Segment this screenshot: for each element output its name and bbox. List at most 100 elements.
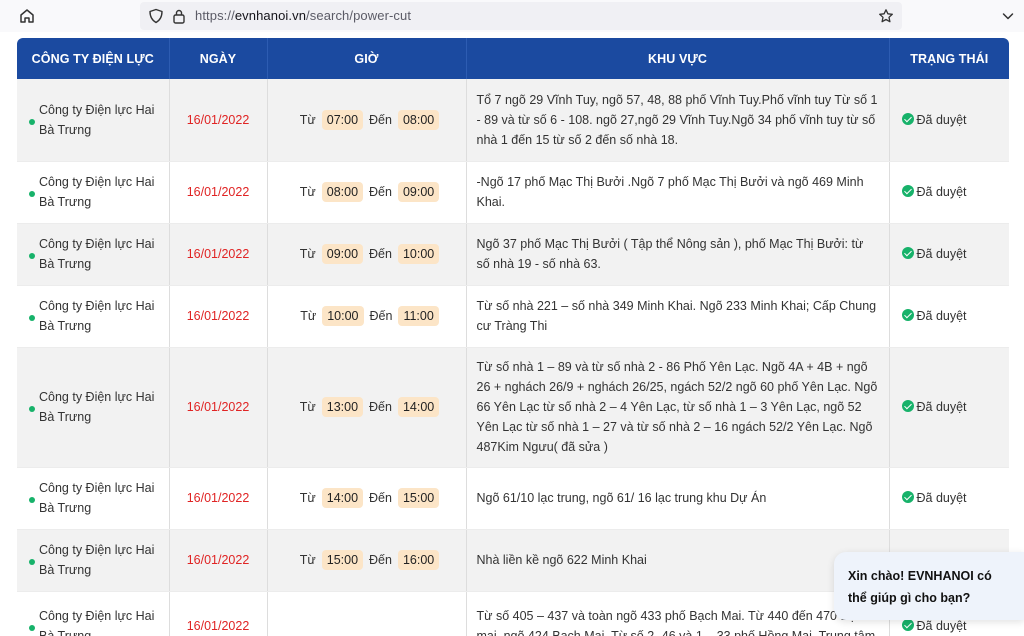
area-cell: Ngõ 37 phố Mạc Thị Bưởi ( Tập thể Nông s… <box>466 223 890 286</box>
lock-icon[interactable] <box>172 8 186 24</box>
status-label: Đã duyệt <box>916 491 967 505</box>
company-name: Công ty Điện lực Hai Bà Trưng <box>39 543 155 577</box>
area-cell: Nhà liền kề ngõ 622 Minh Khai <box>466 529 890 592</box>
time-cell <box>267 591 467 636</box>
header-company: CÔNG TY ĐIỆN LỰC <box>17 38 170 79</box>
company-name: Công ty Điện lực Hai Bà Trưng <box>39 237 155 271</box>
url-host: evnhanoi.vn <box>234 8 307 23</box>
header-area: KHU VỰC <box>466 38 890 79</box>
date-cell: 16/01/2022 <box>169 285 268 348</box>
start-time-badge: 10:00 <box>322 306 364 326</box>
company-cell: Công ty Điện lực Hai Bà Trưng <box>17 161 170 224</box>
start-time-badge: 08:00 <box>321 182 364 202</box>
start-time-badge: 13:00 <box>321 397 364 417</box>
time-cell: Từ 09:00 Đến 10:00 <box>267 223 467 286</box>
table-row: Công ty Điện lực Hai Bà Trưng 16/01/2022 T… <box>17 161 1009 224</box>
date-cell: 16/01/2022 <box>169 161 268 224</box>
star-icon[interactable] <box>878 8 894 24</box>
from-label: Từ <box>299 400 316 414</box>
table-row: Công ty Điện lực Hai Bà Trưng 16/01/2022 T… <box>17 79 1009 162</box>
to-label: Đến <box>369 247 392 261</box>
status-label: Đã duyệt <box>916 309 967 323</box>
company-cell: Công ty Điện lực Hai Bà Trưng <box>17 591 170 636</box>
check-circle-icon <box>901 247 914 259</box>
header-date: NGÀY <box>169 38 268 79</box>
end-time-badge: 08:00 <box>397 109 440 130</box>
company-cell: Công ty Điện lực Hai Bà Trưng <box>17 529 170 592</box>
end-time-badge: 15:00 <box>397 488 440 508</box>
date-cell: 16/01/2022 <box>169 79 268 162</box>
from-label: Từ <box>299 185 316 199</box>
end-time-badge: 10:00 <box>397 244 440 264</box>
status-cell: Đã duyệt <box>889 161 1009 224</box>
time-cell: Từ 07:00 Đến 08:00 <box>267 79 467 162</box>
start-time-badge: 15:00 <box>321 550 364 570</box>
url-path: /search/power-cut <box>306 8 412 23</box>
check-circle-icon <box>901 400 914 412</box>
table-row: Công ty Điện lực Hai Bà Trưng 16/01/2022 T… <box>17 285 1009 348</box>
chat-greeting: Xin chào! EVNHANOI có thể giúp gì cho bạ… <box>848 569 992 605</box>
time-cell: Từ 10:00 Đến 11:00 <box>267 285 467 348</box>
area-cell: Từ số 405 – 437 và toàn ngõ 433 phố Bạch… <box>466 591 890 636</box>
end-time-badge: 16:00 <box>397 550 440 570</box>
to-label: Đến <box>369 491 392 505</box>
status-label: Đã duyệt <box>916 619 967 633</box>
table-header: CÔNG TY ĐIỆN LỰC NGÀY GIỜ KHU VỰC TRẠNG … <box>17 38 1009 79</box>
url-scheme: https:// <box>195 8 235 23</box>
area-cell: Tổ 7 ngõ 29 Vĩnh Tuy, ngõ 57, 48, 88 phố… <box>466 79 890 162</box>
chevron-down-icon[interactable] <box>1001 9 1015 23</box>
status-dot-icon <box>29 625 35 631</box>
header-time: GIỜ <box>267 38 467 79</box>
status-label: Đã duyệt <box>916 400 967 414</box>
area-cell: -Ngõ 17 phố Mạc Thị Bưởi .Ngõ 7 phố Mạc … <box>466 161 890 224</box>
area-cell: Từ số nhà 221 – số nhà 349 Minh Khai. Ng… <box>466 285 890 348</box>
date-cell: 16/01/2022 <box>169 529 268 592</box>
table-row: Công ty Điện lực Hai Bà Trưng 16/01/2022 T… <box>17 347 1009 468</box>
status-label: Đã duyệt <box>916 112 967 127</box>
company-cell: Công ty Điện lực Hai Bà Trưng <box>17 467 170 530</box>
from-label: Từ <box>299 491 316 505</box>
company-cell: Công ty Điện lực Hai Bà Trưng <box>17 223 170 286</box>
power-cut-table-container: CÔNG TY ĐIỆN LỰC NGÀY GIỜ KHU VỰC TRẠNG … <box>17 38 1009 636</box>
date-cell: 16/01/2022 <box>169 347 268 468</box>
date-cell: 16/01/2022 <box>169 467 268 530</box>
browser-toolbar: https://evnhanoi.vn/search/power-cut <box>0 0 1024 32</box>
from-label: Từ <box>299 553 316 567</box>
status-cell: Đã duyệt <box>889 467 1009 530</box>
status-dot-icon <box>29 559 35 565</box>
table-row: Công ty Điện lực Hai Bà Trưng 16/01/2022 T… <box>17 467 1009 530</box>
end-time-badge: 14:00 <box>397 397 440 417</box>
company-cell: Công ty Điện lực Hai Bà Trưng <box>17 285 170 348</box>
status-cell: Đã duyệt <box>889 223 1009 286</box>
end-time-badge: 09:00 <box>397 182 440 202</box>
to-label: Đến <box>369 112 392 127</box>
company-name: Công ty Điện lực Hai Bà Trưng <box>39 102 155 137</box>
status-cell: Đã duyệt <box>889 285 1009 348</box>
start-time-badge: 09:00 <box>321 244 364 264</box>
chat-widget[interactable]: Xin chào! EVNHANOI có thể giúp gì cho bạ… <box>834 552 1024 620</box>
end-time-badge: 11:00 <box>398 306 439 326</box>
status-dot-icon <box>29 406 35 412</box>
status-dot-icon <box>29 497 35 503</box>
date-cell: 16/01/2022 <box>169 591 268 636</box>
date-cell: 16/01/2022 <box>169 223 268 286</box>
shield-icon[interactable] <box>148 8 164 24</box>
company-name: Công ty Điện lực Hai Bà Trưng <box>39 175 155 209</box>
company-name: Công ty Điện lực Hai Bà Trưng <box>39 481 155 515</box>
status-dot-icon <box>29 315 35 321</box>
company-name: Công ty Điện lực Hai Bà Trưng <box>39 299 155 333</box>
time-cell: Từ 08:00 Đến 09:00 <box>267 161 467 224</box>
header-status: TRẠNG THÁI <box>889 38 1009 79</box>
url-text[interactable]: https://evnhanoi.vn/search/power-cut <box>195 8 411 23</box>
check-circle-icon <box>901 309 914 321</box>
status-dot-icon <box>29 118 35 125</box>
status-dot-icon <box>29 253 35 259</box>
time-cell: Từ 15:00 Đến 16:00 <box>267 529 467 592</box>
start-time-badge: 14:00 <box>321 488 364 508</box>
to-label: Đến <box>369 185 392 199</box>
address-bar[interactable]: https://evnhanoi.vn/search/power-cut <box>140 2 902 30</box>
check-circle-icon <box>901 619 914 631</box>
home-icon[interactable] <box>18 7 36 25</box>
from-label: Từ <box>299 112 316 127</box>
power-cut-table: CÔNG TY ĐIỆN LỰC NGÀY GIỜ KHU VỰC TRẠNG … <box>17 38 1009 636</box>
